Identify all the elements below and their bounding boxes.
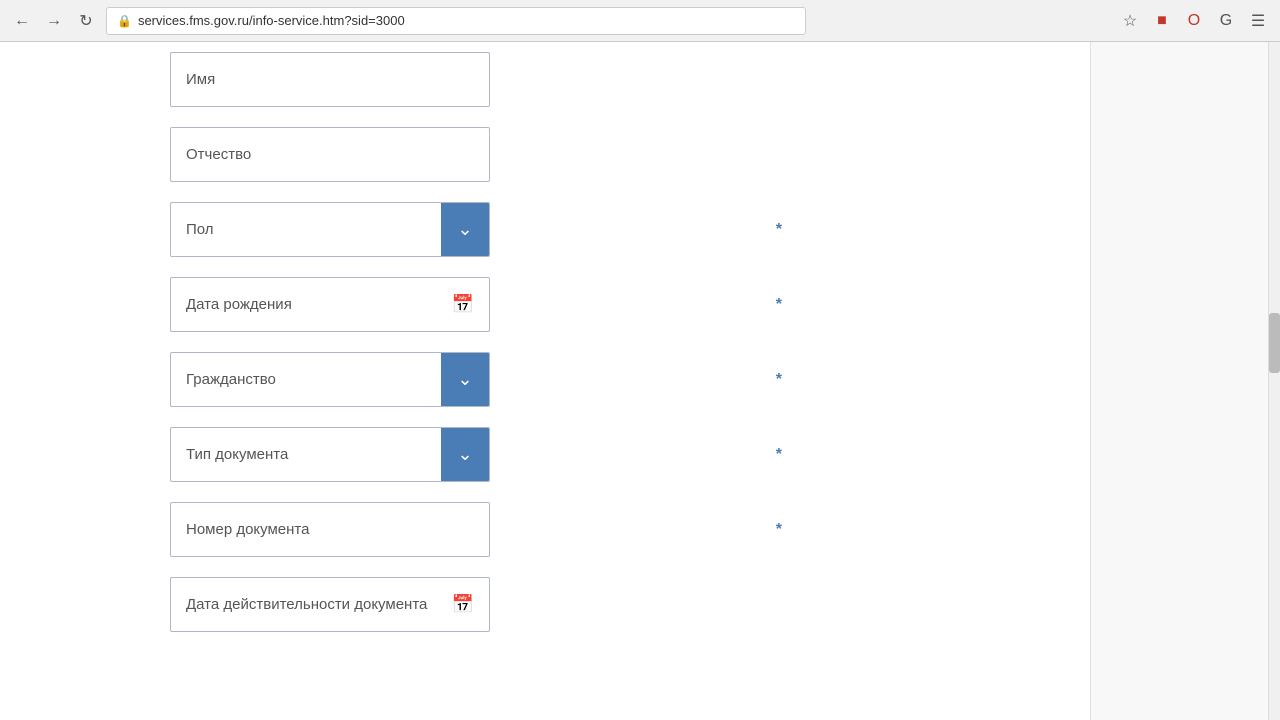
address-bar[interactable]: 🔒 services.fms.gov.ru/info-service.htm?s… [106,7,806,35]
nomer-dok-placeholder: Номер документа [186,521,309,538]
dob-input[interactable]: Дата рождения 📅 [170,277,490,332]
grazhdanstvo-chevron-icon: ⌄ [457,369,472,390]
extension1-button[interactable]: ■ [1150,9,1174,33]
tip-dok-chevron-icon: ⌄ [457,444,472,465]
nomer-dok-required-star: * [776,521,782,539]
field-grazhdanstvo-wrapper: Гражданство ⌄ * [170,352,770,407]
page-layout: Имя Отчество Пол ⌄ * [0,42,1280,720]
grazhdanstvo-dropdown-btn[interactable]: ⌄ [441,353,489,406]
pol-label: Пол [171,221,441,238]
field-pol-wrapper: Пол ⌄ * [170,202,770,257]
field-tip-dok-wrapper: Тип документа ⌄ * [170,427,770,482]
extension2-button[interactable]: O [1182,9,1206,33]
field-nomer-dok-wrapper: Номер документа * [170,502,770,557]
url-text: services.fms.gov.ru/info-service.htm?sid… [138,13,405,28]
otchestvo-placeholder: Отчество [186,146,251,163]
reload-button[interactable]: ↻ [74,9,98,33]
grazhdanstvo-select[interactable]: Гражданство ⌄ [170,352,490,407]
dob-label: Дата рождения [186,296,452,313]
forward-button[interactable]: → [42,9,66,33]
browser-actions: ☆ ■ O G ☰ [1118,9,1270,33]
back-button[interactable]: ← [10,9,34,33]
pol-select[interactable]: Пол ⌄ [170,202,490,257]
pol-dropdown-btn[interactable]: ⌄ [441,203,489,256]
lock-icon: 🔒 [117,14,132,28]
grazhdanstvo-required-star: * [776,371,782,389]
dob-calendar-icon[interactable]: 📅 [452,294,474,315]
otchestvo-input[interactable]: Отчество [170,127,490,182]
field-date-validity-wrapper: Дата действительности документа 📅 [170,577,770,632]
dob-required-star: * [776,296,782,314]
field-imya-wrapper: Имя [170,52,770,107]
right-sidebar [1090,42,1280,720]
pol-chevron-icon: ⌄ [457,219,472,240]
field-dob-wrapper: Дата рождения 📅 * [170,277,770,332]
tip-dok-dropdown-btn[interactable]: ⌄ [441,428,489,481]
grazhdanstvo-label: Гражданство [171,371,441,388]
form-container: Имя Отчество Пол ⌄ * [0,52,800,652]
scrollbar-track[interactable] [1268,42,1280,720]
main-content: Имя Отчество Пол ⌄ * [0,42,1090,720]
menu-button[interactable]: ☰ [1246,9,1270,33]
tip-dok-select[interactable]: Тип документа ⌄ [170,427,490,482]
extension3-button[interactable]: G [1214,9,1238,33]
scrollbar-thumb[interactable] [1269,313,1280,373]
date-validity-input[interactable]: Дата действительности документа 📅 [170,577,490,632]
nomer-dok-input[interactable]: Номер документа [170,502,490,557]
browser-chrome: ← → ↻ 🔒 services.fms.gov.ru/info-service… [0,0,1280,42]
date-validity-label: Дата действительности документа [186,596,452,613]
tip-dok-required-star: * [776,446,782,464]
imya-input[interactable]: Имя [170,52,490,107]
pol-required-star: * [776,221,782,239]
date-validity-calendar-icon[interactable]: 📅 [452,594,474,615]
tip-dok-label: Тип документа [171,446,441,463]
imya-placeholder: Имя [186,71,215,88]
field-otchestvo-wrapper: Отчество [170,127,770,182]
star-button[interactable]: ☆ [1118,9,1142,33]
